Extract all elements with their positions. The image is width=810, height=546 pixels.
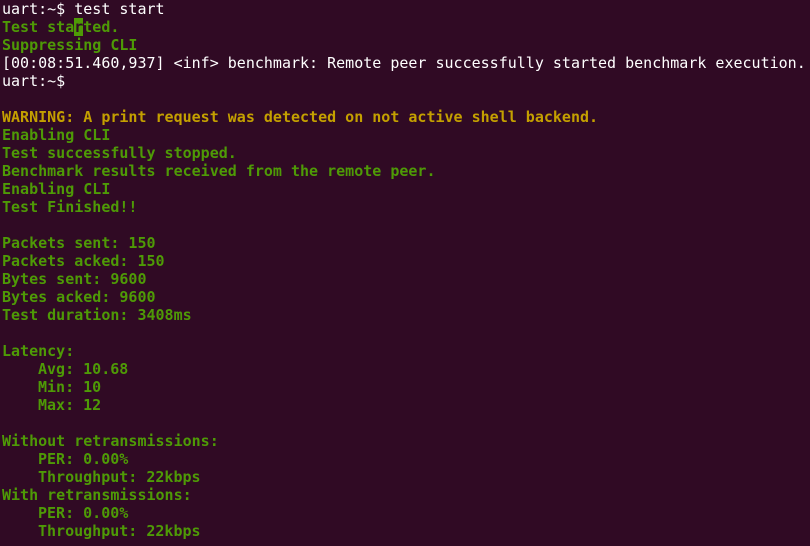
- test-started-line: Test started.: [2, 18, 810, 36]
- latency-max-line: Max: 12: [38, 396, 102, 414]
- test-duration-line: Test duration: 3408ms: [2, 306, 192, 324]
- test-finished-line: Test Finished!!: [2, 198, 138, 216]
- latency-header: Latency:: [2, 342, 75, 360]
- terminal-window[interactable]: uart:~$ test start Test started. Suppres…: [0, 0, 810, 546]
- benchmark-log-line: [00:08:51.460,937] <inf> benchmark: Remo…: [2, 54, 806, 72]
- shell-prompt-line: uart:~$: [2, 72, 66, 90]
- text-cursor: r: [74, 18, 84, 36]
- enabling-cli-line: Enabling CLI: [2, 126, 111, 144]
- bytes-sent-line: Bytes sent: 9600: [2, 270, 147, 288]
- suppressing-cli-line: Suppressing CLI: [2, 36, 138, 54]
- without-per-line: PER: 0.00%: [38, 450, 129, 468]
- packets-acked-line: Packets acked: 150: [2, 252, 165, 270]
- command-text: test start: [74, 0, 165, 18]
- without-retransmissions-header: Without retransmissions:: [2, 432, 219, 450]
- latency-avg-line: Avg: 10.68: [38, 360, 129, 378]
- test-stopped-line: Test successfully stopped.: [2, 144, 237, 162]
- latency-min-line: Min: 10: [38, 378, 102, 396]
- test-started-text: Test sta: [2, 18, 75, 36]
- without-throughput-line: Throughput: 22kbps: [38, 468, 201, 486]
- enabling-cli-line-2: Enabling CLI: [2, 180, 111, 198]
- with-per-line: PER: 0.00%: [38, 504, 129, 522]
- with-throughput-line: Throughput: 22kbps: [38, 522, 201, 540]
- packets-sent-line: Packets sent: 150: [2, 234, 156, 252]
- command-line: uart:~$ test start: [2, 0, 810, 18]
- results-received-line: Benchmark results received from the remo…: [2, 162, 436, 180]
- warning-line: WARNING: A print request was detected on…: [2, 108, 599, 126]
- with-retransmissions-header: With retransmissions:: [2, 486, 192, 504]
- test-started-text-rest: ted.: [83, 18, 120, 36]
- shell-prompt: uart:~$: [2, 0, 66, 18]
- bytes-acked-line: Bytes acked: 9600: [2, 288, 156, 306]
